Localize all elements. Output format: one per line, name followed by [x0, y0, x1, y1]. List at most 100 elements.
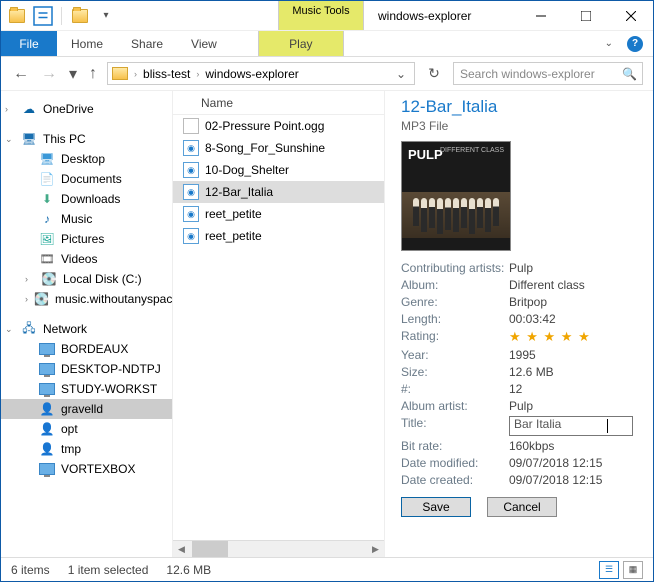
file-row[interactable]: ◉10-Dog_Shelter [173, 159, 384, 181]
breadcrumb[interactable]: › bliss-test › windows-explorer ⌄ [107, 62, 415, 85]
scroll-thumb[interactable] [192, 541, 228, 557]
breadcrumb-segment[interactable]: bliss-test [141, 67, 192, 81]
album-art-artist: PULP [408, 147, 443, 162]
nav-forward-button[interactable]: → [39, 63, 59, 85]
column-header-name[interactable]: Name [173, 91, 384, 115]
nav-pictures[interactable]: 🖼Pictures [1, 229, 172, 249]
meta-value[interactable]: 1995 [509, 348, 641, 362]
meta-value[interactable]: 160kbps [509, 439, 641, 453]
nav-recent-icon[interactable]: ▾ [67, 62, 79, 86]
nav-videos[interactable]: 🎞Videos [1, 249, 172, 269]
file-tab[interactable]: File [1, 31, 57, 56]
tab-home[interactable]: Home [57, 31, 117, 56]
chevron-down-icon[interactable]: ⌄ [5, 324, 15, 335]
nav-netdrive[interactable]: ›💽music.withoutanyspace [1, 289, 172, 309]
meta-value[interactable]: Different class [509, 278, 641, 292]
nav-back-button[interactable]: ← [11, 63, 31, 85]
search-placeholder: Search windows-explorer [460, 67, 595, 81]
nav-up-button[interactable]: ↑ [87, 63, 99, 85]
chevron-right-icon[interactable]: › [25, 294, 28, 304]
meta-label: Bit rate: [401, 439, 509, 453]
nav-computer[interactable]: VORTEXBOX [1, 459, 172, 479]
file-row[interactable]: ◉reet_petite [173, 203, 384, 225]
details-pane: 12-Bar_Italia MP3 File PULP DIFFERENT CL… [385, 91, 653, 557]
audio-file-icon: ◉ [183, 228, 199, 244]
chevron-right-icon[interactable]: › [194, 69, 201, 79]
file-row[interactable]: ◉ reet_petite [173, 225, 384, 247]
view-large-button[interactable]: ▦ [623, 561, 643, 579]
nav-downloads[interactable]: ⬇Downloads [1, 189, 172, 209]
file-list: 02-Pressure Point.ogg ◉8-Song_For_Sunshin… [173, 115, 384, 540]
nav-localdisk[interactable]: ›💽Local Disk (C:) [1, 269, 172, 289]
music-icon: ♪ [39, 211, 55, 227]
qa-newfolder-icon[interactable] [68, 5, 92, 27]
navigation-pane: ›☁OneDrive ⌄🖥This PC 🖥Desktop 📄Documents… [1, 91, 173, 557]
netdrive-icon: 💽 [34, 291, 49, 307]
chevron-right-icon[interactable]: › [25, 274, 35, 284]
meta-value[interactable]: 00:03:42 [509, 312, 641, 326]
file-list-pane: Name 02-Pressure Point.ogg ◉8-Song_For_Su… [173, 91, 385, 557]
meta-value[interactable]: 09/07/2018 12:15 [509, 473, 641, 487]
nav-user[interactable]: 👤tmp [1, 439, 172, 459]
nav-computer[interactable]: DESKTOP-NDTPJ [1, 359, 172, 379]
scroll-left-icon[interactable]: ◀ [173, 541, 190, 557]
tab-view[interactable]: View [177, 31, 231, 56]
meta-label: Rating: [401, 329, 509, 345]
meta-label: Contributing artists: [401, 261, 509, 275]
nav-computer[interactable]: BORDEAUX [1, 339, 172, 359]
tab-share[interactable]: Share [117, 31, 177, 56]
meta-value[interactable]: ★ ★ ★ ★ ★ [509, 329, 641, 345]
ribbon-expand-icon[interactable]: ⌄ [605, 38, 613, 49]
picture-icon: 🖼 [39, 231, 55, 247]
maximize-button[interactable] [563, 1, 608, 30]
view-details-button[interactable]: ☰ [599, 561, 619, 579]
file-row[interactable]: ◉8-Song_For_Sunshine [173, 137, 384, 159]
file-name: 02-Pressure Point.ogg [205, 119, 324, 133]
metadata-grid: Contributing artists:PulpAlbum:Different… [401, 261, 641, 487]
nav-documents[interactable]: 📄Documents [1, 169, 172, 189]
meta-value[interactable]: 12 [509, 382, 641, 396]
file-row[interactable]: 02-Pressure Point.ogg [173, 115, 384, 137]
chevron-down-icon[interactable]: ⌄ [5, 134, 15, 145]
nav-desktop[interactable]: 🖥Desktop [1, 149, 172, 169]
breadcrumb-segment[interactable]: windows-explorer [203, 67, 300, 81]
close-button[interactable] [608, 1, 653, 30]
file-name: reet_petite [205, 229, 262, 243]
audio-file-icon: ◉ [183, 140, 199, 156]
status-bar: 6 items 1 item selected 12.6 MB ☰ ▦ [1, 557, 653, 581]
chevron-right-icon[interactable]: › [132, 69, 139, 79]
nav-user[interactable]: 👤gravelld [1, 399, 172, 419]
meta-value[interactable]: Pulp [509, 399, 641, 413]
monitor-icon: 🖥 [21, 131, 37, 147]
chevron-right-icon[interactable]: › [5, 104, 15, 114]
qa-customize-icon[interactable]: ▾ [94, 5, 118, 27]
search-input[interactable]: Search windows-explorer 🔍 [453, 62, 643, 85]
meta-value[interactable]: 12.6 MB [509, 365, 641, 379]
nav-onedrive[interactable]: ›☁OneDrive [1, 99, 172, 119]
meta-value[interactable]: Britpop [509, 295, 641, 309]
tab-play[interactable]: Play [258, 31, 344, 56]
minimize-button[interactable] [518, 1, 563, 30]
breadcrumb-dropdown-icon[interactable]: ⌄ [390, 67, 412, 81]
desktop-icon: 🖥 [39, 151, 55, 167]
title-edit-input[interactable]: Bar Italia [509, 416, 633, 436]
album-art: PULP DIFFERENT CLASS [401, 141, 511, 251]
nav-music[interactable]: ♪Music [1, 209, 172, 229]
meta-label: #: [401, 382, 509, 396]
help-icon[interactable]: ? [627, 36, 643, 52]
cancel-button[interactable]: Cancel [487, 497, 557, 517]
horizontal-scrollbar[interactable]: ◀ ▶ [173, 540, 384, 557]
qa-properties-icon[interactable] [31, 5, 55, 27]
nav-computer[interactable]: STUDY-WORKST [1, 379, 172, 399]
app-icon[interactable] [5, 5, 29, 27]
meta-value[interactable]: Pulp [509, 261, 641, 275]
refresh-button[interactable]: ↻ [423, 65, 445, 82]
nav-user[interactable]: 👤opt [1, 419, 172, 439]
nav-thispc[interactable]: ⌄🖥This PC [1, 129, 172, 149]
meta-value[interactable]: 09/07/2018 12:15 [509, 456, 641, 470]
scroll-right-icon[interactable]: ▶ [367, 541, 384, 557]
save-button[interactable]: Save [401, 497, 471, 517]
nav-network[interactable]: ⌄🖧Network [1, 319, 172, 339]
details-subtitle: MP3 File [401, 119, 641, 133]
file-row[interactable]: ◉12-Bar_Italia [173, 181, 384, 203]
